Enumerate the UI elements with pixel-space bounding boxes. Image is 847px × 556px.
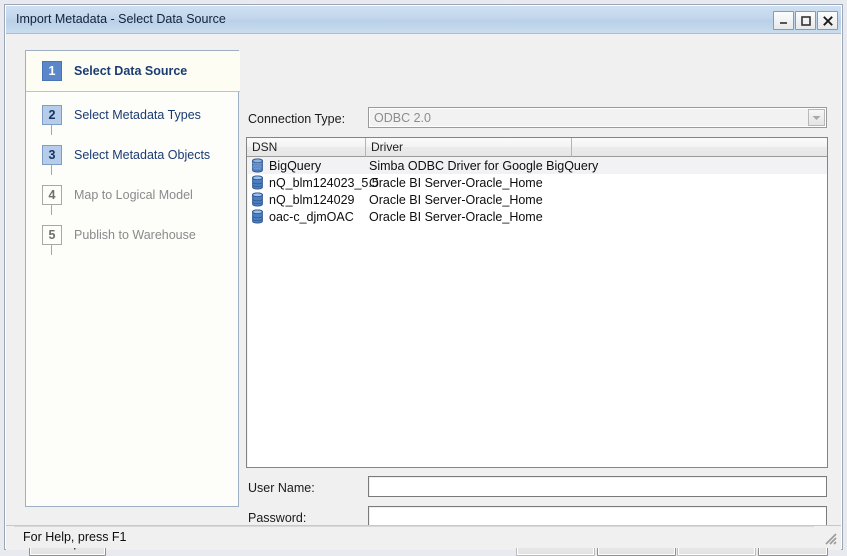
- datasource-list[interactable]: DSN Driver BigQuery Simba ODBC Driver fo…: [246, 137, 828, 468]
- cell-driver: Oracle BI Server-Oracle_Home: [369, 192, 543, 207]
- status-text: For Help, press F1: [23, 530, 127, 544]
- step-label: Select Metadata Types: [74, 108, 201, 122]
- cell-dsn: nQ_blm124029: [269, 192, 355, 207]
- cell-dsn: oac-c_djmOAC: [269, 209, 354, 224]
- window-title: Import Metadata - Select Data Source: [16, 12, 226, 26]
- status-panel: For Help, press F1: [14, 526, 814, 547]
- wizard-steps-panel: 1 Select Data Source 2 Select Metadata T…: [25, 50, 240, 507]
- minimize-button[interactable]: [773, 11, 794, 30]
- maximize-icon: [800, 15, 811, 26]
- sidebar-item-select-data-source[interactable]: 1 Select Data Source: [26, 51, 240, 92]
- connection-type-value: ODBC 2.0: [374, 111, 431, 125]
- list-body: BigQuery Simba ODBC Driver for Google Bi…: [247, 157, 827, 467]
- dialog-window: Import Metadata - Select Data Source 1 S…: [4, 4, 843, 556]
- sidebar-item-select-metadata-types[interactable]: 2 Select Metadata Types: [26, 95, 240, 135]
- username-label: User Name:: [248, 481, 315, 495]
- step-label: Publish to Warehouse: [74, 228, 196, 242]
- dialog-body: 1 Select Data Source 2 Select Metadata T…: [6, 34, 841, 556]
- step-number-badge: 1: [42, 61, 62, 81]
- step-label: Map to Logical Model: [74, 188, 193, 202]
- database-icon: [252, 158, 263, 173]
- database-icon: [252, 192, 263, 207]
- chevron-down-icon[interactable]: [808, 109, 825, 126]
- close-icon: [822, 15, 833, 26]
- resize-grip-icon[interactable]: [822, 530, 838, 546]
- sidebar-item-select-metadata-objects[interactable]: 3 Select Metadata Objects: [26, 135, 240, 175]
- status-bar: For Help, press F1: [6, 525, 841, 548]
- password-label: Password:: [248, 511, 307, 525]
- sidebar-item-publish-to-warehouse: 5 Publish to Warehouse: [26, 215, 240, 255]
- step-number-badge: 2: [42, 105, 62, 125]
- list-header-row: DSN Driver: [247, 138, 827, 157]
- column-header-blank[interactable]: [572, 138, 827, 157]
- sidebar-item-map-to-logical-model: 4 Map to Logical Model: [26, 175, 240, 215]
- table-row[interactable]: nQ_blm124023_5.5 Oracle BI Server-Oracle…: [247, 174, 827, 191]
- column-header-dsn[interactable]: DSN: [247, 138, 366, 157]
- table-row[interactable]: oac-c_djmOAC Oracle BI Server-Oracle_Hom…: [247, 208, 827, 225]
- connection-type-label: Connection Type:: [248, 112, 346, 126]
- username-input[interactable]: [368, 476, 827, 497]
- close-button[interactable]: [817, 11, 838, 30]
- title-bar[interactable]: Import Metadata - Select Data Source: [6, 6, 841, 34]
- database-icon: [252, 175, 263, 190]
- step-label: Select Metadata Objects: [74, 148, 211, 162]
- cell-driver: Oracle BI Server-Oracle_Home: [369, 175, 543, 190]
- password-input[interactable]: [368, 506, 827, 527]
- table-row[interactable]: nQ_blm124029 Oracle BI Server-Oracle_Hom…: [247, 191, 827, 208]
- column-header-driver[interactable]: Driver: [366, 138, 572, 157]
- cell-driver: Simba ODBC Driver for Google BigQuery: [369, 158, 599, 173]
- minimize-icon: [780, 22, 787, 24]
- maximize-button[interactable]: [795, 11, 816, 30]
- step-number-badge: 3: [42, 145, 62, 165]
- database-icon: [252, 209, 263, 224]
- step-label: Select Data Source: [74, 64, 188, 78]
- table-row[interactable]: BigQuery Simba ODBC Driver for Google Bi…: [247, 157, 827, 174]
- cell-driver: Oracle BI Server-Oracle_Home: [369, 209, 543, 224]
- cell-dsn: nQ_blm124023_5.5: [269, 175, 379, 190]
- cell-dsn: BigQuery: [269, 158, 322, 173]
- step-number-badge: 4: [42, 185, 62, 205]
- step-number-badge: 5: [42, 225, 62, 245]
- connection-type-select[interactable]: ODBC 2.0: [368, 107, 827, 128]
